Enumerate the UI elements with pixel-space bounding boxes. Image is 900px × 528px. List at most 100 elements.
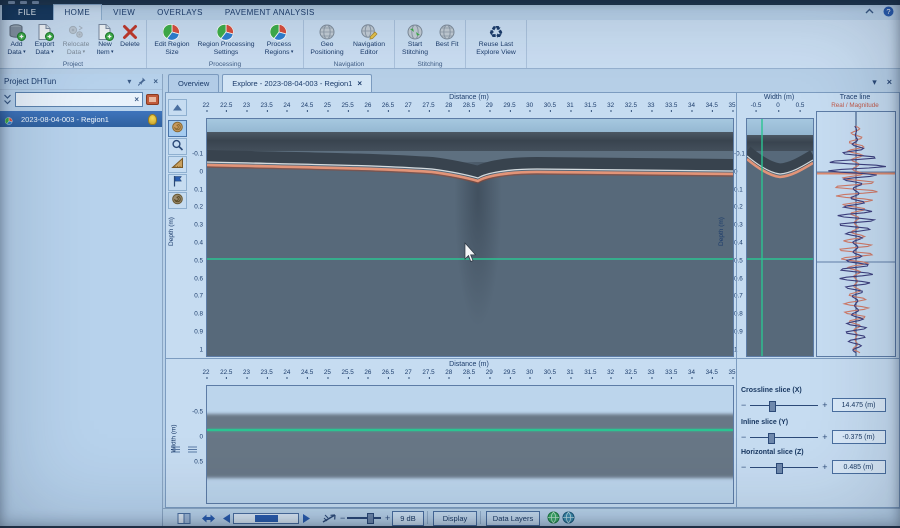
measure-tool-button[interactable]: [168, 156, 187, 173]
slider-value-box[interactable]: 14.475 (m): [832, 398, 886, 412]
quick-access-icon[interactable]: [20, 1, 27, 4]
swap-arrows-icon[interactable]: [201, 512, 216, 525]
gain-value-box[interactable]: 9 dB: [392, 511, 424, 526]
depth-axis-label: Depth (m): [168, 217, 175, 246]
section-separator: [166, 358, 899, 359]
scroll-up-button[interactable]: [168, 99, 187, 116]
distance-tick: 29.5: [503, 369, 515, 376]
data-layers-button[interactable]: Data Layers: [486, 511, 540, 526]
ribbon-tab-home[interactable]: HOME: [53, 4, 103, 20]
collapse-all-icon[interactable]: [3, 94, 12, 106]
document-tab-overview[interactable]: Overview: [168, 74, 219, 92]
depth-tick: 0.8: [194, 311, 203, 318]
display-button[interactable]: Display: [433, 511, 477, 526]
ribbon-button-edit-region-size[interactable]: Edit Region Size: [150, 21, 194, 57]
slider-minus[interactable]: −: [741, 401, 746, 410]
gain-slider-thumb[interactable]: [367, 513, 374, 524]
ribbon-button-reuse-last-explore-view[interactable]: ♻Reuse Last Explore View: [469, 21, 523, 57]
ribbon-button-export-data[interactable]: Export Data ▾: [30, 21, 59, 57]
flag-tool-button[interactable]: [168, 174, 187, 191]
radargram-overlays: [207, 119, 733, 356]
pie-chart-icon: [217, 22, 235, 41]
globe-3d-icon[interactable]: [547, 511, 560, 524]
ribbon-tab-view[interactable]: VIEW: [102, 5, 146, 20]
depth-tick: 0.2: [194, 204, 203, 211]
pin-icon[interactable]: [138, 77, 146, 86]
horizontal-scrollbar[interactable]: [233, 513, 299, 524]
panel-separator: [736, 93, 737, 358]
ribbon-button-process-regions[interactable]: Process Regions ▾: [258, 21, 300, 57]
slider-value-box[interactable]: 0.485 (m): [832, 460, 886, 474]
ribbon-button-start-stitching[interactable]: Start Stitching: [398, 21, 432, 57]
crossline-slice-view[interactable]: [746, 118, 814, 357]
ribbon-tab-pavement-analysis[interactable]: PAVEMENT ANALYSIS: [214, 5, 326, 20]
close-tab-icon[interactable]: ×: [357, 79, 362, 88]
project-tree-item[interactable]: 2023-08-04-003 - Region1: [0, 111, 162, 127]
step-left-icon[interactable]: [221, 513, 231, 524]
help-icon[interactable]: ?: [883, 6, 894, 17]
shell-tool-button[interactable]: [168, 120, 187, 137]
dropdown-icon[interactable]: ▾: [127, 77, 131, 86]
ribbon-button-region-processing-settings[interactable]: Region Processing Settings: [194, 21, 258, 57]
gain-minus[interactable]: −: [340, 514, 345, 523]
tab-list-dropdown-icon[interactable]: ▾: [872, 77, 877, 88]
distance-tick: 26: [364, 369, 371, 376]
document-tab-explore[interactable]: Explore - 2023-08-04-003 - Region1×: [222, 74, 372, 92]
distance-tick: 27.5: [422, 102, 434, 109]
new-item-icon: [96, 22, 114, 41]
ribbon-button-geo-positioning[interactable]: Geo Positioning: [307, 21, 347, 57]
horizontal-slice-view[interactable]: [206, 385, 734, 504]
trace-skip-icon[interactable]: [322, 512, 337, 524]
distance-axis-title: Distance (m): [206, 94, 732, 101]
step-right-icon[interactable]: [302, 513, 312, 524]
ribbon-button-delete[interactable]: Delete: [117, 21, 143, 49]
zoom-tool-button[interactable]: [168, 138, 187, 155]
bottom-width-axis-label: Width (m): [171, 424, 178, 452]
slider-track[interactable]: [750, 401, 818, 410]
slider-track[interactable]: [750, 433, 818, 442]
distance-tick: 28.5: [463, 369, 475, 376]
distance-tick: 29: [486, 369, 493, 376]
panel-layout-icon[interactable]: [177, 512, 191, 525]
main-radargram-view[interactable]: [206, 118, 734, 357]
slider-plus[interactable]: +: [822, 401, 827, 410]
pie-chart-icon: [5, 115, 13, 123]
width-tick: -0.5: [751, 102, 762, 109]
globe-icon: [318, 22, 336, 41]
ribbon-button-add-data[interactable]: Add Data ▾: [3, 21, 30, 57]
slider-thumb[interactable]: [776, 463, 783, 474]
distance-tick: 22: [202, 369, 209, 376]
filter-flag-icon[interactable]: [146, 94, 159, 105]
spiral-tool-button[interactable]: [168, 192, 187, 209]
slider-thumb[interactable]: [769, 401, 776, 412]
collapse-ribbon-icon[interactable]: [865, 8, 874, 15]
ribbon-button-label: Add Data ▾: [3, 41, 30, 57]
gain-slider[interactable]: [347, 513, 381, 522]
slider-minus[interactable]: −: [741, 433, 746, 442]
svg-text:♻: ♻: [488, 23, 503, 42]
distance-tick: 31.5: [584, 102, 596, 109]
trace-line-panel[interactable]: [816, 111, 896, 357]
ribbon-tab-overlays[interactable]: OVERLAYS: [146, 5, 214, 20]
close-document-icon[interactable]: ×: [887, 77, 892, 88]
ribbon-button-navigation-editor[interactable]: Navigation Editor: [347, 21, 391, 57]
quick-access-icon[interactable]: [32, 1, 39, 4]
close-icon[interactable]: ×: [153, 77, 158, 86]
slider-value-box[interactable]: -0.375 (m): [832, 430, 886, 444]
clear-search-icon[interactable]: ×: [134, 95, 139, 104]
scrollbar-thumb[interactable]: [255, 515, 278, 522]
quick-access-icon[interactable]: [8, 1, 15, 4]
gain-plus[interactable]: +: [385, 514, 390, 523]
ribbon-group-project: Add Data ▾Export Data ▾Relocate Data ▾Ne…: [0, 20, 147, 68]
globe-3d-icon[interactable]: [562, 511, 575, 524]
ribbon-button-best-fit[interactable]: Best Fit: [432, 21, 462, 49]
distance-tick: 25.5: [341, 369, 353, 376]
slider-plus[interactable]: +: [822, 463, 827, 472]
slider-thumb[interactable]: [768, 433, 775, 444]
ribbon-button-new-item[interactable]: New Item ▾: [93, 21, 117, 57]
slider-plus[interactable]: +: [822, 433, 827, 442]
slider-track[interactable]: [750, 463, 818, 472]
ribbon-tab-file[interactable]: FILE: [2, 5, 53, 20]
project-search-input[interactable]: [19, 95, 134, 104]
slider-minus[interactable]: −: [741, 463, 746, 472]
